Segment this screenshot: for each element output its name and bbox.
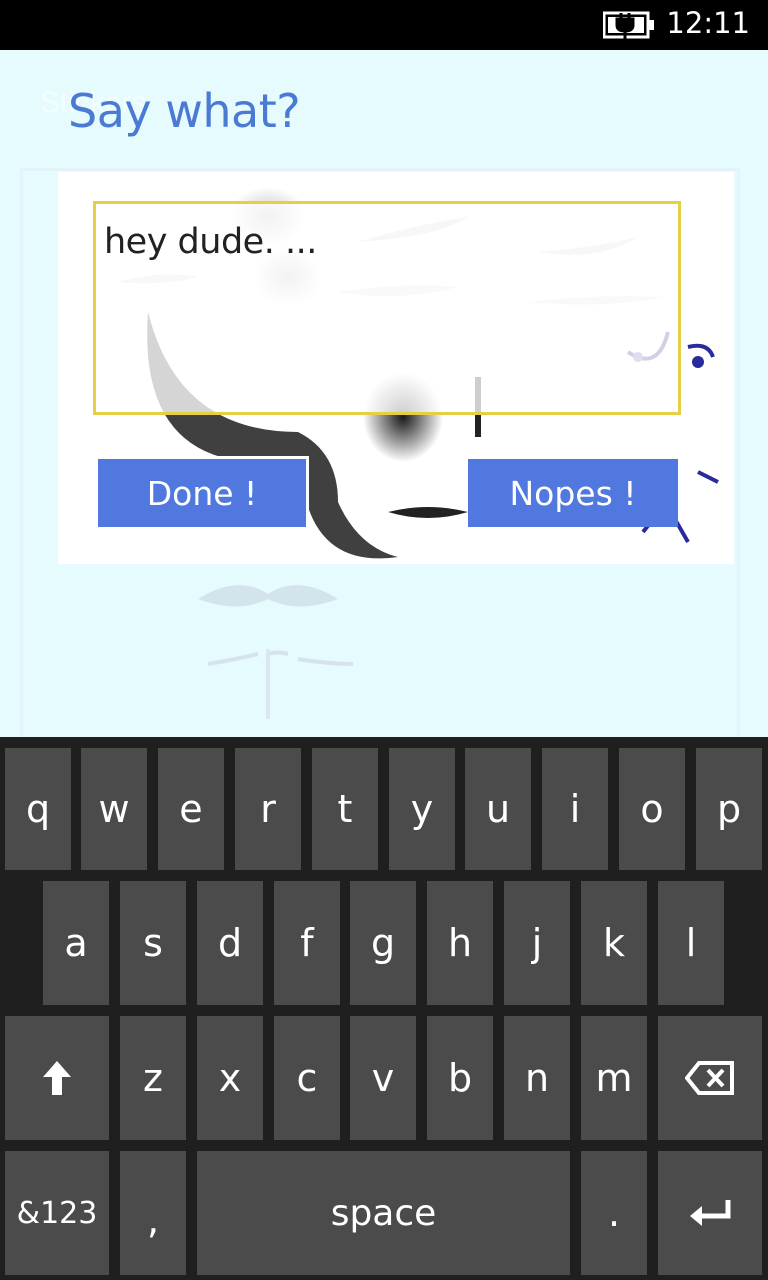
done-button[interactable]: Done ! xyxy=(95,456,309,530)
key-k[interactable]: k xyxy=(581,881,647,1005)
key-z[interactable]: z xyxy=(120,1016,186,1140)
on-screen-keyboard: q w e r t y u i o p a s d f g h j k l z … xyxy=(0,737,768,1280)
shift-arrow-icon xyxy=(43,1061,71,1095)
status-bar: 12:11 xyxy=(0,0,768,50)
key-h[interactable]: h xyxy=(427,881,493,1005)
key-x[interactable]: x xyxy=(197,1016,263,1140)
enter-icon xyxy=(690,1200,731,1226)
battery-charging-icon xyxy=(603,11,654,39)
dialog-title: Say what? xyxy=(68,84,301,138)
symbols-key[interactable]: &123 xyxy=(5,1151,109,1275)
key-s[interactable]: s xyxy=(120,881,186,1005)
nopes-button[interactable]: Nopes ! xyxy=(468,459,678,527)
key-r[interactable]: r xyxy=(235,748,301,870)
comma-key[interactable]: , xyxy=(120,1151,186,1275)
key-a[interactable]: a xyxy=(43,881,109,1005)
sticker-canvas-lower xyxy=(58,564,734,740)
period-key[interactable]: . xyxy=(581,1151,647,1275)
key-n[interactable]: n xyxy=(504,1016,570,1140)
key-y[interactable]: y xyxy=(389,748,455,870)
enter-key[interactable] xyxy=(658,1151,762,1275)
key-f[interactable]: f xyxy=(274,881,340,1005)
backspace-key[interactable] xyxy=(658,1016,762,1140)
key-i[interactable]: i xyxy=(542,748,608,870)
clock: 12:11 xyxy=(666,6,750,40)
key-w[interactable]: w xyxy=(81,748,147,870)
key-u[interactable]: u xyxy=(465,748,531,870)
key-j[interactable]: j xyxy=(504,881,570,1005)
shift-key[interactable] xyxy=(5,1016,109,1140)
key-c[interactable]: c xyxy=(274,1016,340,1140)
message-input[interactable]: hey dude. ... xyxy=(93,201,681,415)
faint-mustache-artwork xyxy=(198,585,354,719)
key-d[interactable]: d xyxy=(197,881,263,1005)
key-g[interactable]: g xyxy=(350,881,416,1005)
key-l[interactable]: l xyxy=(658,881,724,1005)
backspace-icon xyxy=(685,1061,734,1095)
key-e[interactable]: e xyxy=(158,748,224,870)
key-b[interactable]: b xyxy=(427,1016,493,1140)
key-v[interactable]: v xyxy=(350,1016,416,1140)
key-p[interactable]: p xyxy=(696,748,762,870)
key-m[interactable]: m xyxy=(581,1016,647,1140)
key-q[interactable]: q xyxy=(5,748,71,870)
key-t[interactable]: t xyxy=(312,748,378,870)
space-key[interactable]: space xyxy=(197,1151,570,1275)
key-o[interactable]: o xyxy=(619,748,685,870)
